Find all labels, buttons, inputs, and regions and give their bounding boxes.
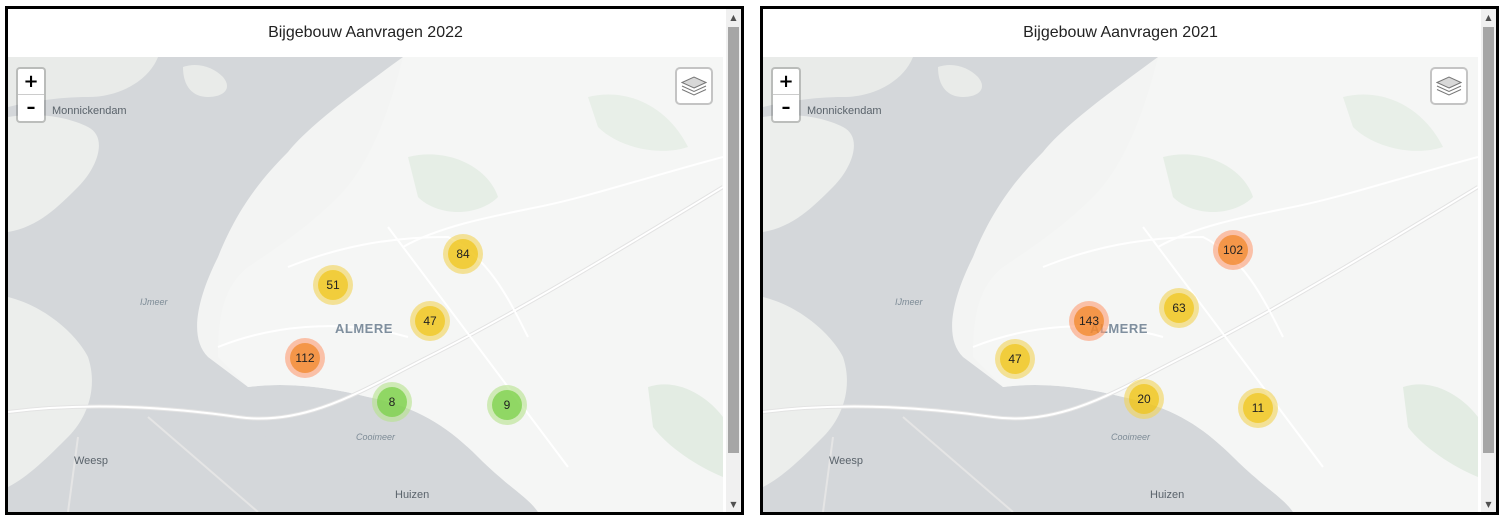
zoom-out-button[interactable]: –: [773, 95, 799, 120]
place-label-monnickendam: Monnickendam: [52, 105, 127, 117]
cluster-marker[interactable]: 63: [1159, 288, 1199, 328]
layers-icon: [681, 76, 707, 96]
map-canvas[interactable]: + – Monnickendam IJmeer ALMERE Cooimeer …: [763, 57, 1478, 512]
cluster-count: 51: [318, 270, 348, 300]
place-label-huizen: Huizen: [395, 489, 430, 501]
place-label-weesp: Weesp: [829, 455, 864, 467]
map-canvas[interactable]: + – Monnickendam IJmeer ALMERE Cooimeer …: [8, 57, 723, 512]
cluster-marker[interactable]: 8: [372, 382, 412, 422]
scroll-up-arrow-icon[interactable]: ▲: [726, 9, 741, 25]
cluster-count: 47: [1000, 344, 1030, 374]
cluster-count: 102: [1218, 235, 1248, 265]
cluster-marker[interactable]: 102: [1213, 230, 1253, 270]
place-label-weesp: Weesp: [74, 455, 109, 467]
cluster-count: 63: [1164, 293, 1194, 323]
map-title: Bijgebouw Aanvragen 2022: [8, 9, 723, 57]
layers-button[interactable]: [1430, 67, 1468, 105]
cluster-count: 47: [415, 306, 445, 336]
map-title: Bijgebouw Aanvragen 2021: [763, 9, 1478, 57]
vertical-scrollbar[interactable]: ▲ ▼: [726, 9, 741, 512]
scroll-thumb[interactable]: [1483, 27, 1494, 453]
map-panel-2022: Bijgebouw Aanvragen 2022 + – Monnickenda…: [5, 6, 744, 515]
place-label-ijmeer: IJmeer: [140, 297, 168, 307]
scroll-down-arrow-icon[interactable]: ▼: [726, 496, 741, 512]
cluster-marker[interactable]: 9: [487, 385, 527, 425]
cluster-count: 84: [448, 239, 478, 269]
basemap: [763, 57, 1478, 512]
place-label-huizen: Huizen: [1150, 489, 1185, 501]
zoom-out-button[interactable]: –: [18, 95, 44, 120]
scroll-up-arrow-icon[interactable]: ▲: [1481, 9, 1496, 25]
cluster-marker[interactable]: 51: [313, 265, 353, 305]
zoom-in-button[interactable]: +: [18, 69, 44, 95]
layers-icon: [1436, 76, 1462, 96]
place-label-cooimeer: Cooimeer: [1111, 432, 1151, 442]
place-label-cooimeer: Cooimeer: [356, 432, 396, 442]
cluster-count: 20: [1129, 384, 1159, 414]
cluster-marker[interactable]: 11: [1238, 388, 1278, 428]
layers-button[interactable]: [675, 67, 713, 105]
scroll-thumb[interactable]: [728, 27, 739, 453]
place-label-monnickendam: Monnickendam: [807, 105, 882, 117]
zoom-control: + –: [16, 67, 46, 123]
vertical-scrollbar[interactable]: ▲ ▼: [1481, 9, 1496, 512]
cluster-count: 143: [1074, 306, 1104, 336]
cluster-count: 9: [492, 390, 522, 420]
zoom-in-button[interactable]: +: [773, 69, 799, 95]
cluster-marker[interactable]: 143: [1069, 301, 1109, 341]
scroll-down-arrow-icon[interactable]: ▼: [1481, 496, 1496, 512]
cluster-count: 112: [290, 343, 320, 373]
place-label-ijmeer: IJmeer: [895, 297, 923, 307]
map-panel-2021: Bijgebouw Aanvragen 2021 + – Monnickenda…: [760, 6, 1499, 515]
cluster-count: 11: [1243, 393, 1273, 423]
place-label-almere: ALMERE: [335, 321, 393, 336]
cluster-marker[interactable]: 47: [410, 301, 450, 341]
cluster-marker[interactable]: 112: [285, 338, 325, 378]
zoom-control: + –: [771, 67, 801, 123]
cluster-marker[interactable]: 20: [1124, 379, 1164, 419]
cluster-count: 8: [377, 387, 407, 417]
basemap: [8, 57, 723, 512]
cluster-marker[interactable]: 84: [443, 234, 483, 274]
cluster-marker[interactable]: 47: [995, 339, 1035, 379]
